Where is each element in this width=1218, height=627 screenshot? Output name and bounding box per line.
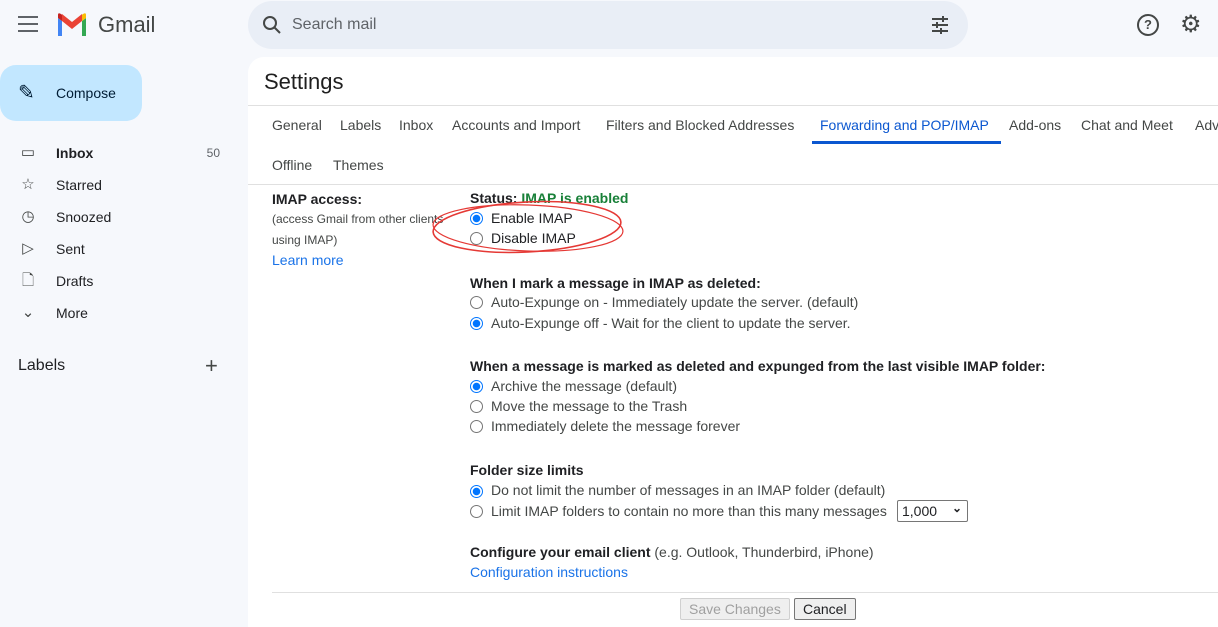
client-heading: Configure your email client (e.g. Outloo… — [470, 544, 874, 560]
no-limit-label[interactable]: Do not limit the number of messages in a… — [491, 482, 885, 498]
compose-button[interactable]: ✎ Compose — [0, 65, 142, 121]
trash-radio[interactable] — [470, 400, 483, 413]
tab-accounts[interactable]: Accounts and Import — [452, 117, 580, 133]
trash-label[interactable]: Move the message to the Trash — [491, 398, 687, 414]
search-input[interactable]: Search mail — [292, 16, 376, 34]
page-title: Settings — [264, 69, 344, 94]
tab-offline[interactable]: Offline — [272, 157, 312, 173]
compose-label: Compose — [56, 85, 116, 101]
expunge-off-radio[interactable] — [470, 317, 483, 330]
imap-desc: using IMAP) — [272, 233, 338, 247]
labels-heading: Labels — [18, 357, 66, 374]
tune-icon[interactable] — [930, 15, 950, 35]
sidebar-item-starred[interactable]: ☆ Starred — [0, 169, 240, 201]
sidebar-item-more[interactable]: ⌄ More — [0, 297, 240, 329]
cancel-button[interactable]: Cancel — [794, 598, 856, 620]
nav-label: Drafts — [56, 273, 94, 289]
limit-select[interactable]: 1,000 ⌄ — [897, 500, 968, 522]
nav-label: Snoozed — [56, 209, 112, 225]
tab-forwarding[interactable]: Forwarding and POP/IMAP — [820, 117, 989, 133]
star-icon: ☆ — [21, 176, 35, 193]
clock-icon: ◷ — [21, 208, 35, 225]
chevron-down-icon: ⌄ — [21, 304, 35, 321]
imap-desc: (access Gmail from other clients — [272, 212, 444, 226]
save-changes-button[interactable]: Save Changes — [680, 598, 790, 620]
gear-icon[interactable]: ⚙ — [1180, 10, 1202, 39]
inbox-icon: ▭ — [20, 144, 36, 161]
limit-value: 1,000 — [902, 503, 938, 519]
learn-more-link[interactable]: Learn more — [272, 252, 344, 268]
tab-advanced[interactable]: Adv — [1195, 117, 1218, 133]
menu-icon[interactable] — [18, 16, 38, 32]
nav-label: More — [56, 305, 88, 321]
config-instructions-link[interactable]: Configuration instructions — [470, 564, 628, 580]
chevron-down-icon: ⌄ — [951, 501, 962, 515]
send-icon: ▷ — [22, 240, 34, 257]
settings-panel — [248, 57, 1218, 627]
archive-radio[interactable] — [470, 380, 483, 393]
help-icon[interactable]: ? — [1137, 14, 1159, 36]
no-limit-radio[interactable] — [470, 485, 483, 498]
limit-radio[interactable] — [470, 505, 483, 518]
tab-inbox[interactable]: Inbox — [399, 117, 433, 133]
limit-label[interactable]: Limit IMAP folders to contain no more th… — [491, 503, 887, 519]
add-label-icon[interactable]: + — [205, 353, 218, 379]
client-hint: (e.g. Outlook, Thunderbird, iPhone) — [650, 544, 874, 560]
file-icon: 🗋 — [21, 272, 35, 289]
imap-label: IMAP access: — [272, 191, 363, 207]
folder-heading: Folder size limits — [470, 462, 584, 478]
nav-label: Starred — [56, 177, 102, 193]
sidebar-item-sent[interactable]: ▷ Sent — [0, 233, 240, 265]
tab-chat[interactable]: Chat and Meet — [1081, 117, 1173, 133]
expunge-on-radio[interactable] — [470, 296, 483, 309]
sidebar-item-snoozed[interactable]: ◷ Snoozed — [0, 201, 240, 233]
gmail-brand: Gmail — [98, 12, 156, 37]
delete-forever-label[interactable]: Immediately delete the message forever — [491, 418, 740, 434]
sidebar-item-inbox[interactable]: ▭ Inbox 50 — [0, 137, 240, 169]
search-bar[interactable]: Search mail — [248, 1, 968, 49]
archive-label[interactable]: Archive the message (default) — [491, 378, 677, 394]
tab-addons[interactable]: Add-ons — [1009, 117, 1061, 133]
client-title: Configure your email client — [470, 544, 651, 560]
deleted-heading: When I mark a message in IMAP as deleted… — [470, 275, 761, 291]
tab-labels[interactable]: Labels — [340, 117, 381, 133]
expunge-on-label[interactable]: Auto-Expunge on - Immediately update the… — [491, 294, 858, 310]
gmail-logo — [58, 13, 86, 36]
sidebar-item-drafts[interactable]: 🗋 Drafts — [0, 265, 240, 297]
nav-label: Inbox — [56, 145, 94, 161]
tab-general[interactable]: General — [272, 117, 322, 133]
pencil-icon: ✎ — [18, 82, 35, 104]
search-icon[interactable] — [262, 15, 282, 35]
tab-themes[interactable]: Themes — [333, 157, 384, 173]
delete-forever-radio[interactable] — [470, 420, 483, 433]
inbox-count: 50 — [206, 146, 220, 160]
nav-label: Sent — [56, 241, 85, 257]
annotation-circle — [432, 200, 624, 254]
tab-filters[interactable]: Filters and Blocked Addresses — [606, 117, 794, 133]
expunged-heading: When a message is marked as deleted and … — [470, 358, 1046, 374]
expunge-off-label[interactable]: Auto-Expunge off - Wait for the client t… — [491, 315, 851, 331]
